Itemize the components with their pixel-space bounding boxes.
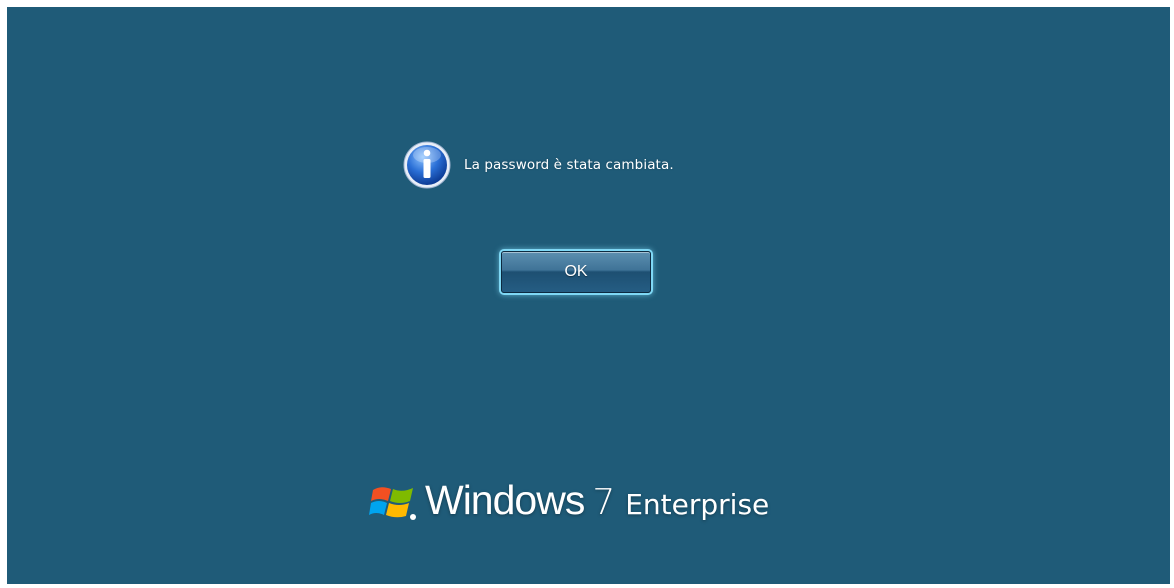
message-area: La password è stata cambiata. [402, 137, 674, 193]
logon-screen: La password è stata cambiata. OK Windows… [7, 7, 1170, 584]
windows-wordmark: Windows [425, 477, 585, 523]
ok-button[interactable]: OK [501, 251, 651, 293]
windows-flag-logo [369, 486, 416, 520]
windows-branding: Windows 7 Enterprise [369, 477, 769, 524]
version-number: 7 [592, 482, 616, 523]
info-icon [403, 141, 451, 189]
password-changed-message: La password è stata cambiata. [464, 157, 674, 173]
edition-name: Enterprise [625, 488, 770, 521]
